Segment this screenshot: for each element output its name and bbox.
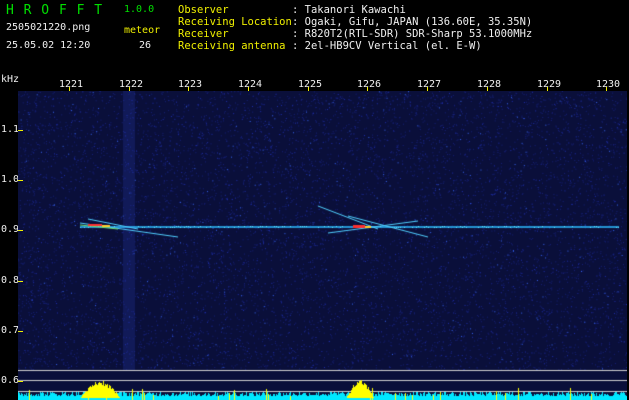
spectrogram-plot	[18, 91, 627, 400]
y-axis-unit: kHz	[1, 74, 20, 85]
x-tick-label: 1226	[357, 79, 382, 90]
y-tick-label: 0.9	[1, 224, 20, 235]
x-tick-label: 1230	[596, 79, 621, 90]
x-tick-label: 1227	[417, 79, 442, 90]
image-filename: 2505021220.png	[6, 22, 91, 33]
y-tick-label: 1.0	[1, 174, 20, 185]
info-value-receiver: : R820T2(RTL-SDR) SDR-Sharp 53.1000MHz	[292, 28, 533, 40]
y-tick	[18, 180, 23, 181]
app-title: H R O F F T	[6, 3, 104, 18]
info-label-observer: Observer	[178, 4, 229, 16]
x-tick-label: 1222	[119, 79, 144, 90]
info-value-location: : Ogaki, Gifu, JAPAN (136.60E, 35.35N)	[292, 16, 533, 28]
info-label-location: Receiving Location	[178, 16, 292, 28]
x-tick-label: 1224	[238, 79, 263, 90]
x-tick-label: 1221	[59, 79, 84, 90]
meteor-label: meteor	[124, 25, 161, 36]
spectrogram-window: H R O F F T 1.0.0 2505021220.png meteor …	[0, 0, 629, 400]
x-tick-label: 1228	[477, 79, 502, 90]
info-value-antenna: : 2el-HB9CV Vertical (el. E-W)	[292, 40, 482, 52]
y-tick-label: 0.6	[1, 375, 20, 386]
y-tick-label: 0.7	[1, 325, 20, 336]
info-label-receiver: Receiver	[178, 28, 229, 40]
y-tick	[18, 281, 23, 282]
meteor-count: 26	[139, 40, 152, 51]
y-tick	[18, 230, 23, 231]
y-tick	[18, 130, 23, 131]
y-tick-label: 0.8	[1, 275, 20, 286]
x-tick-label: 1223	[178, 79, 203, 90]
x-tick-label: 1225	[298, 79, 323, 90]
x-tick-label: 1229	[537, 79, 562, 90]
capture-timestamp: 25.05.02 12:20	[6, 40, 91, 51]
info-label-antenna: Receiving antenna	[178, 40, 286, 52]
app-version: 1.0.0	[124, 4, 155, 15]
info-value-observer: : Takanori Kawachi	[292, 4, 406, 16]
y-tick	[18, 331, 23, 332]
y-tick	[18, 381, 23, 382]
y-tick-label: 1.1	[1, 124, 20, 135]
